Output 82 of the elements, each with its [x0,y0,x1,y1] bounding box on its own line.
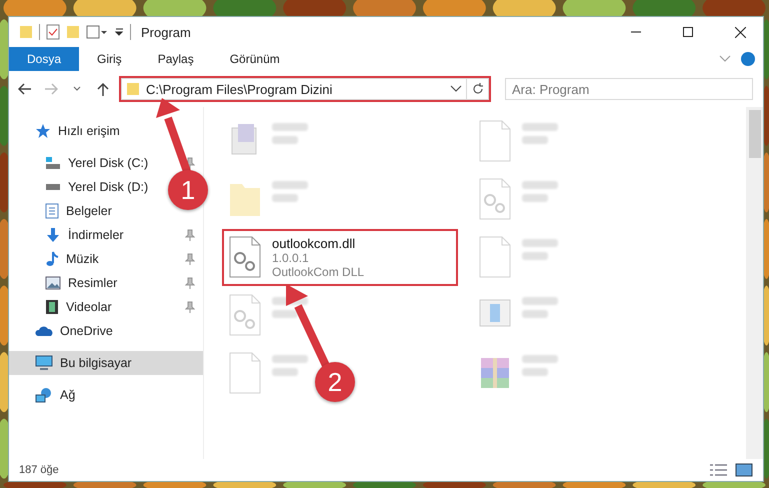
sidebar-item[interactable]: Resimler [68,276,118,290]
details-view-icon[interactable] [709,463,729,477]
chevron-down-icon [73,86,81,92]
scrollbar[interactable] [746,107,763,459]
blank-file-icon [478,120,512,162]
blurred-text [522,136,548,144]
window-title: Program [141,24,192,40]
blurred-text [272,355,308,363]
caret-icon[interactable] [114,27,124,37]
ribbon-tab[interactable]: Dosya [9,47,80,71]
sidebar-item[interactable]: Belgeler [66,204,112,218]
file-name: outlookcom.dll [272,236,356,251]
file-detail: OutlookCom DLL [272,265,364,279]
ribbon-tab[interactable]: Görünüm [212,47,298,71]
blurred-text [522,368,548,376]
blurred-text [522,310,548,318]
document-icon [45,203,59,219]
pictures-icon [45,276,61,290]
pin-icon[interactable] [185,229,195,241]
address-path: C:\Program Files\Program Dizini [146,82,334,96]
address-field[interactable]: C:\Program Files\Program Dizini [121,78,467,100]
back-arrow-icon [18,83,32,95]
folder-icon[interactable] [19,24,33,40]
tiles-view-icon[interactable] [735,463,753,477]
refresh-icon [472,83,484,95]
refresh-button[interactable] [467,78,489,100]
blurred-text [272,368,298,376]
download-icon [45,227,61,243]
pin-icon[interactable] [185,157,195,169]
computer-icon [35,355,53,371]
cloud-icon [35,325,53,337]
blurred-text [272,123,308,131]
blurred-text [522,181,558,189]
gears-file-icon [478,178,512,220]
drive-icon [45,183,61,191]
blurred-text [272,310,298,318]
blurred-text [272,194,298,202]
sidebar-item[interactable]: Bu bilgisayar [60,356,132,370]
network-icon [35,387,53,403]
sidebar-item[interactable]: Müzik [66,252,99,266]
ribbon-tab[interactable]: Paylaş [140,47,212,71]
sidebar-item[interactable]: Yerel Disk (C:) [68,156,148,170]
forward-arrow-icon [44,83,58,95]
sidebar-item[interactable]: OneDrive [60,324,113,338]
drive-icon [45,156,61,170]
blurred-text [522,194,548,202]
up-arrow-icon [97,82,109,96]
blurred-text [522,239,558,247]
blank-file-icon [478,236,512,278]
sidebar-item[interactable]: Ağ [60,388,76,402]
pin-icon[interactable] [185,253,195,265]
blank-file-icon [228,352,262,394]
item-count: 187 öğe [19,464,59,476]
sidebar-item[interactable]: Hızlı erişim [58,124,120,138]
sidebar-item[interactable]: Yerel Disk (D:) [68,180,148,194]
sidebar-item[interactable]: Videolar [66,300,112,314]
maximize-icon [683,27,693,37]
sidebar-item[interactable]: İndirmeler [68,228,124,242]
pin-icon[interactable] [185,277,195,289]
file-detail: 1.0.0.1 [272,251,310,265]
properties-icon[interactable] [86,25,108,39]
star-icon [35,123,51,139]
minimize-icon [631,31,641,33]
close-icon [734,26,746,38]
music-note-icon [45,251,59,267]
folder-icon[interactable] [66,24,80,40]
blurred-text [522,355,558,363]
search-field[interactable]: Ara: Program [505,78,753,100]
blurred-text [522,123,558,131]
blurred-text [272,181,308,189]
gears-file-icon [228,236,262,278]
file-tile[interactable]: outlookcom.dll 1.0.0.1 OutlookCom DLL [222,229,458,286]
gears-file-icon [228,294,262,336]
folder-icon [126,81,140,97]
blurred-text [272,136,298,144]
blurred-text [522,297,558,305]
film-icon [45,299,59,315]
ribbon-tab[interactable]: Giriş [79,47,140,71]
chevron-down-icon[interactable] [450,85,462,93]
pin-icon[interactable] [185,301,195,313]
checklist-icon[interactable] [46,24,60,40]
blurred-text [522,252,548,260]
